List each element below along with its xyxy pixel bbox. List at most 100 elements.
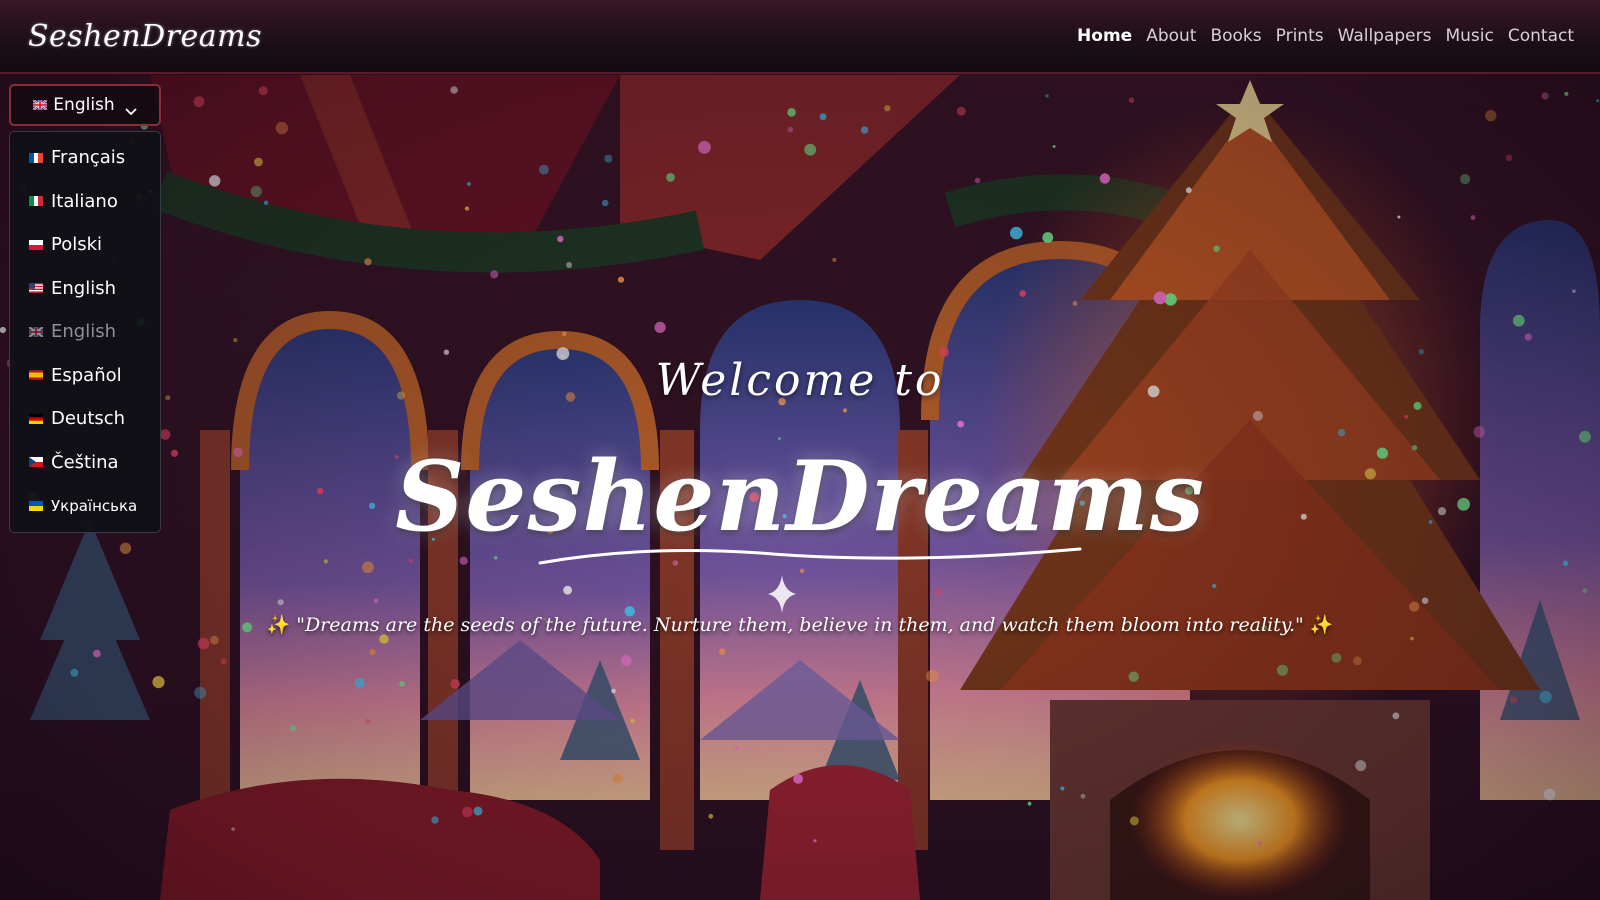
twinkle-light xyxy=(749,492,760,502)
nav-home[interactable]: Home xyxy=(1077,26,1132,46)
twinkle-light xyxy=(719,648,726,655)
czech-flag-icon xyxy=(29,457,43,468)
twinkle-light xyxy=(884,105,891,112)
selected-language-label: English xyxy=(53,95,115,115)
language-option-italian[interactable]: Italiano xyxy=(10,180,160,224)
twinkle-light xyxy=(209,175,221,187)
twinkle-light xyxy=(1397,215,1401,219)
language-menu: Français Italiano Polski English English… xyxy=(9,131,161,533)
twinkle-light xyxy=(275,121,289,135)
language-option-czech[interactable]: Čeština xyxy=(10,441,160,485)
nav-music[interactable]: Music xyxy=(1445,26,1493,46)
twinkle-light xyxy=(542,617,547,621)
twinkle-light xyxy=(1052,145,1056,148)
twinkle-light xyxy=(1147,385,1160,398)
twinkle-light xyxy=(258,86,268,96)
twinkle-light xyxy=(787,126,794,133)
twinkle-light xyxy=(1473,426,1486,438)
nav-books[interactable]: Books xyxy=(1210,26,1261,46)
twinkle-light xyxy=(613,773,623,784)
twinkle-light xyxy=(1099,173,1111,184)
chevron-down-icon xyxy=(125,101,137,116)
twinkle-light xyxy=(1185,486,1194,495)
language-option-polish[interactable]: Polski xyxy=(10,223,160,267)
language-option-ukrainian[interactable]: Українська xyxy=(10,484,160,528)
twinkle-light xyxy=(220,658,227,665)
twinkle-light xyxy=(394,455,399,459)
twinkle-light xyxy=(1596,99,1600,103)
twinkle-light xyxy=(672,560,679,566)
twinkle-light xyxy=(799,568,805,573)
germany-flag-icon xyxy=(29,413,43,424)
twinkle-light xyxy=(0,326,6,334)
nav-contact[interactable]: Contact xyxy=(1508,26,1574,46)
twinkle-light xyxy=(365,718,371,724)
twinkle-light xyxy=(1460,174,1471,185)
twinkle-light xyxy=(539,164,549,175)
language-option-german[interactable]: Deutsch xyxy=(10,397,160,441)
twinkle-light xyxy=(708,813,714,819)
twinkle-light xyxy=(1079,500,1086,506)
twinkle-light xyxy=(974,177,981,184)
twinkle-light xyxy=(1300,513,1307,520)
twinkle-light xyxy=(1153,291,1167,305)
twinkle-light xyxy=(611,688,616,694)
language-option-spanish[interactable]: Español xyxy=(10,354,160,398)
twinkle-light xyxy=(459,556,468,565)
brand-logo[interactable]: SeshenDreams xyxy=(28,19,262,54)
twinkle-light xyxy=(193,96,205,108)
twinkle-light xyxy=(1524,333,1533,341)
twinkle-light xyxy=(210,635,219,645)
language-option-french[interactable]: Français xyxy=(10,136,160,180)
twinkle-light xyxy=(431,537,435,541)
twinkle-light xyxy=(231,827,236,831)
twinkle-light xyxy=(197,637,210,650)
twinkle-light xyxy=(1355,760,1367,772)
twinkle-light xyxy=(819,113,827,121)
nav-prints[interactable]: Prints xyxy=(1276,26,1324,46)
twinkle-light xyxy=(939,347,950,357)
twinkle-light xyxy=(368,502,376,509)
twinkle-light xyxy=(493,556,498,560)
festive-background-illustration xyxy=(0,0,1600,900)
twinkle-light xyxy=(464,206,470,211)
language-dropdown-toggle[interactable]: English xyxy=(9,84,161,126)
nav-about[interactable]: About xyxy=(1146,26,1196,46)
twinkle-light xyxy=(1213,245,1220,252)
twinkle-light xyxy=(1411,445,1418,451)
twinkle-light xyxy=(1543,788,1556,801)
twinkle-light xyxy=(250,185,262,198)
twinkle-light xyxy=(832,257,837,262)
twinkle-light xyxy=(956,106,966,116)
twinkle-light xyxy=(620,655,632,666)
twinkle-light xyxy=(317,487,324,495)
twinkle-light xyxy=(119,542,132,554)
twinkle-light xyxy=(1505,154,1513,162)
twinkle-light xyxy=(1541,92,1549,100)
twinkle-light xyxy=(431,816,439,824)
twinkle-light xyxy=(443,349,450,355)
language-option-label: Français xyxy=(51,147,126,169)
twinkle-light xyxy=(1027,801,1032,806)
twinkle-light xyxy=(860,126,869,134)
twinkle-light xyxy=(1470,215,1476,220)
twinkle-light xyxy=(254,157,263,167)
twinkle-light xyxy=(1421,597,1429,604)
twinkle-light xyxy=(934,588,943,597)
twinkle-light xyxy=(1185,187,1192,194)
twinkle-light xyxy=(734,745,739,750)
language-option-english-us[interactable]: English xyxy=(10,267,160,311)
twinkle-light xyxy=(1045,94,1049,98)
nav-wallpapers[interactable]: Wallpapers xyxy=(1338,26,1432,46)
twinkle-light xyxy=(1579,430,1591,443)
twinkle-light xyxy=(466,181,471,187)
twinkle-light xyxy=(926,669,939,683)
twinkle-light xyxy=(1564,91,1569,96)
twinkle-light xyxy=(1413,401,1422,410)
twinkle-light xyxy=(1128,97,1135,103)
twinkle-light xyxy=(957,420,964,428)
twinkle-light xyxy=(399,681,405,687)
language-option-english-uk[interactable]: English xyxy=(10,310,160,354)
twinkle-light xyxy=(194,686,207,699)
italy-flag-icon xyxy=(29,196,43,207)
